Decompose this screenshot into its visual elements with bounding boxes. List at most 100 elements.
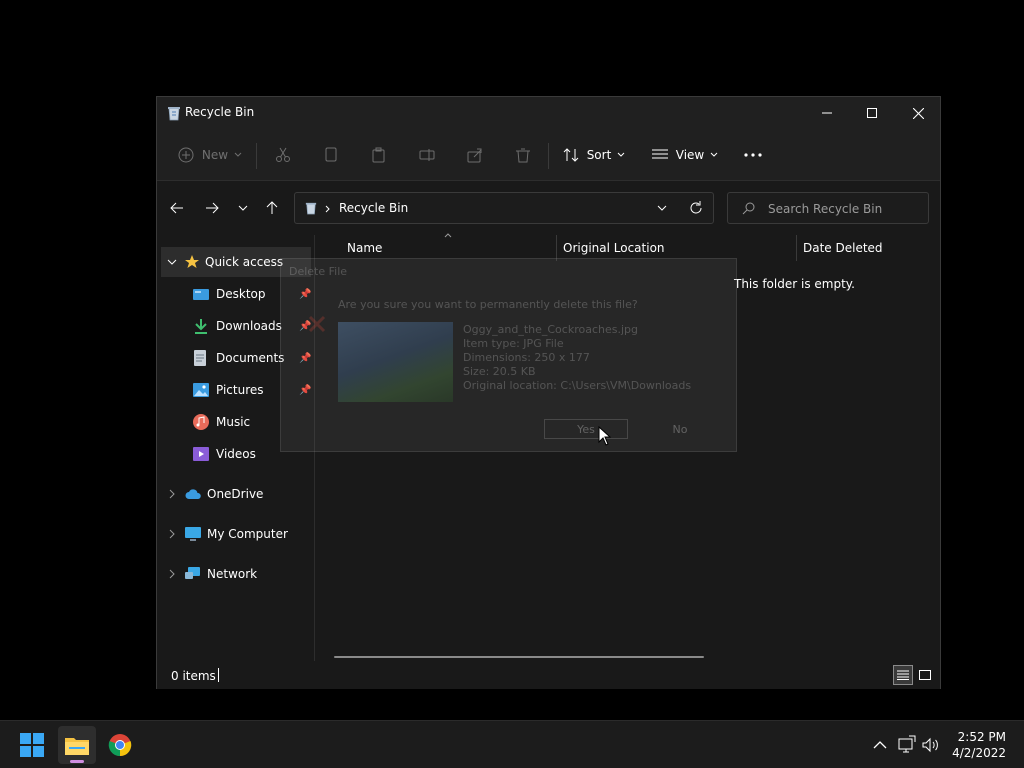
search-placeholder: Search Recycle Bin xyxy=(768,202,883,216)
nav-label: OneDrive xyxy=(207,487,264,501)
nav-label: Music xyxy=(216,415,251,429)
rename-button[interactable] xyxy=(413,139,441,171)
chevron-down-icon xyxy=(710,152,718,157)
trash-icon xyxy=(516,148,530,163)
address-dropdown-icon[interactable] xyxy=(657,205,667,211)
cut-button[interactable] xyxy=(269,139,297,171)
large-icons-view-icon xyxy=(919,670,931,680)
clipboard-icon xyxy=(372,147,385,163)
start-button[interactable] xyxy=(16,729,48,761)
refresh-icon[interactable] xyxy=(689,201,703,215)
chrome-taskbar-button[interactable] xyxy=(104,729,136,761)
windows-logo-icon xyxy=(20,733,44,757)
ellipsis-icon xyxy=(744,153,762,157)
command-bar: New Sort View xyxy=(157,129,940,181)
title-bar[interactable]: Recycle Bin xyxy=(157,97,940,129)
nav-label: Videos xyxy=(216,447,256,461)
dialog-question: Are you sure you want to permanently del… xyxy=(338,298,638,311)
nav-label: Quick access xyxy=(205,255,284,269)
chrome-icon xyxy=(108,734,132,757)
share-icon xyxy=(467,148,482,163)
copy-icon xyxy=(325,147,337,162)
view-button[interactable]: View xyxy=(651,139,719,171)
address-bar[interactable]: Recycle Bin xyxy=(294,192,714,224)
download-arrow-icon xyxy=(195,319,207,334)
delete-x-icon xyxy=(308,315,326,333)
delete-button[interactable] xyxy=(509,139,537,171)
breadcrumb-recycle-bin[interactable]: Recycle Bin xyxy=(339,201,408,215)
yes-button[interactable]: Yes xyxy=(544,419,628,439)
network-status-icon[interactable] xyxy=(897,735,917,755)
horizontal-scrollbar[interactable] xyxy=(334,656,704,658)
status-divider xyxy=(218,668,219,682)
recycle-bin-icon xyxy=(305,202,317,215)
toolbar-divider xyxy=(548,143,549,169)
delete-file-dialog-ghost: Delete File Are you sure you want to per… xyxy=(280,258,737,452)
nav-label: Downloads xyxy=(216,319,282,333)
mouse-cursor-icon xyxy=(598,426,611,446)
column-divider[interactable] xyxy=(796,235,797,261)
view-label: View xyxy=(675,148,705,162)
items-count: 0 items xyxy=(171,669,216,683)
expand-chevron-icon[interactable] xyxy=(167,259,177,265)
details-view-button[interactable] xyxy=(893,665,913,685)
chevron-down-icon xyxy=(617,152,625,157)
scissors-icon xyxy=(276,147,290,162)
breadcrumb-chevron-icon xyxy=(325,205,330,213)
share-button[interactable] xyxy=(461,139,489,171)
computer-icon xyxy=(185,527,201,541)
column-header-original-location[interactable]: Original Location xyxy=(563,241,665,255)
sort-button[interactable]: Sort xyxy=(561,139,627,171)
folder-icon xyxy=(65,738,89,755)
rename-icon xyxy=(419,149,435,161)
recent-locations-chevron-icon[interactable] xyxy=(238,205,248,211)
search-box[interactable]: Search Recycle Bin xyxy=(727,192,929,224)
dialog-file-name: Oggy_and_the_Cockroaches.jpg xyxy=(463,323,638,336)
nav-network[interactable]: Network xyxy=(161,559,311,589)
large-icons-view-button[interactable] xyxy=(915,665,935,685)
more-options-button[interactable] xyxy=(739,139,767,171)
dialog-size: Size: 20.5 KB xyxy=(463,365,536,378)
sort-ascending-icon xyxy=(444,233,452,238)
taskbar: 2:52 PM 4/2/2022 xyxy=(0,720,1024,768)
network-icon xyxy=(185,567,200,579)
system-clock[interactable]: 2:52 PM 4/2/2022 xyxy=(952,729,1006,761)
close-button[interactable] xyxy=(895,97,941,129)
empty-folder-message: This folder is empty. xyxy=(734,277,855,291)
nav-my-computer[interactable]: My Computer xyxy=(161,519,311,549)
toolbar-divider xyxy=(256,143,257,169)
clock-date: 4/2/2022 xyxy=(952,746,1006,760)
cloud-icon xyxy=(185,488,201,499)
recycle-bin-icon xyxy=(168,107,180,121)
expand-chevron-icon[interactable] xyxy=(169,489,175,499)
nav-label: Pictures xyxy=(216,383,264,397)
sort-icon xyxy=(563,148,579,162)
back-arrow-icon[interactable] xyxy=(170,201,184,215)
copy-button[interactable] xyxy=(317,139,345,171)
maximize-button[interactable] xyxy=(849,97,895,129)
column-header-date-deleted[interactable]: Date Deleted xyxy=(803,241,883,255)
file-explorer-taskbar-button[interactable] xyxy=(58,726,96,764)
paste-button[interactable] xyxy=(365,139,393,171)
status-bar: 0 items xyxy=(157,661,940,689)
show-hidden-icons-chevron-icon[interactable] xyxy=(870,735,890,755)
minimize-button[interactable] xyxy=(804,97,850,129)
details-view-icon xyxy=(897,670,909,680)
expand-chevron-icon[interactable] xyxy=(169,569,175,579)
view-list-icon xyxy=(651,149,668,159)
new-button[interactable]: New xyxy=(175,139,245,171)
dialog-original-location: Original location: C:\Users\VM\Downloads xyxy=(463,379,692,392)
nav-onedrive[interactable]: OneDrive xyxy=(161,479,311,509)
expand-chevron-icon[interactable] xyxy=(169,529,175,539)
clock-time: 2:52 PM xyxy=(957,730,1006,744)
volume-icon[interactable] xyxy=(921,735,941,755)
nav-label: My Computer xyxy=(207,527,288,541)
close-icon xyxy=(912,107,924,119)
up-arrow-icon[interactable] xyxy=(265,201,279,215)
column-header-name[interactable]: Name xyxy=(347,241,382,255)
forward-arrow-icon[interactable] xyxy=(205,201,219,215)
active-app-indicator xyxy=(70,760,84,763)
nav-label: Documents xyxy=(216,351,285,365)
no-button[interactable]: No xyxy=(638,419,722,439)
plus-circle-icon xyxy=(178,147,194,163)
